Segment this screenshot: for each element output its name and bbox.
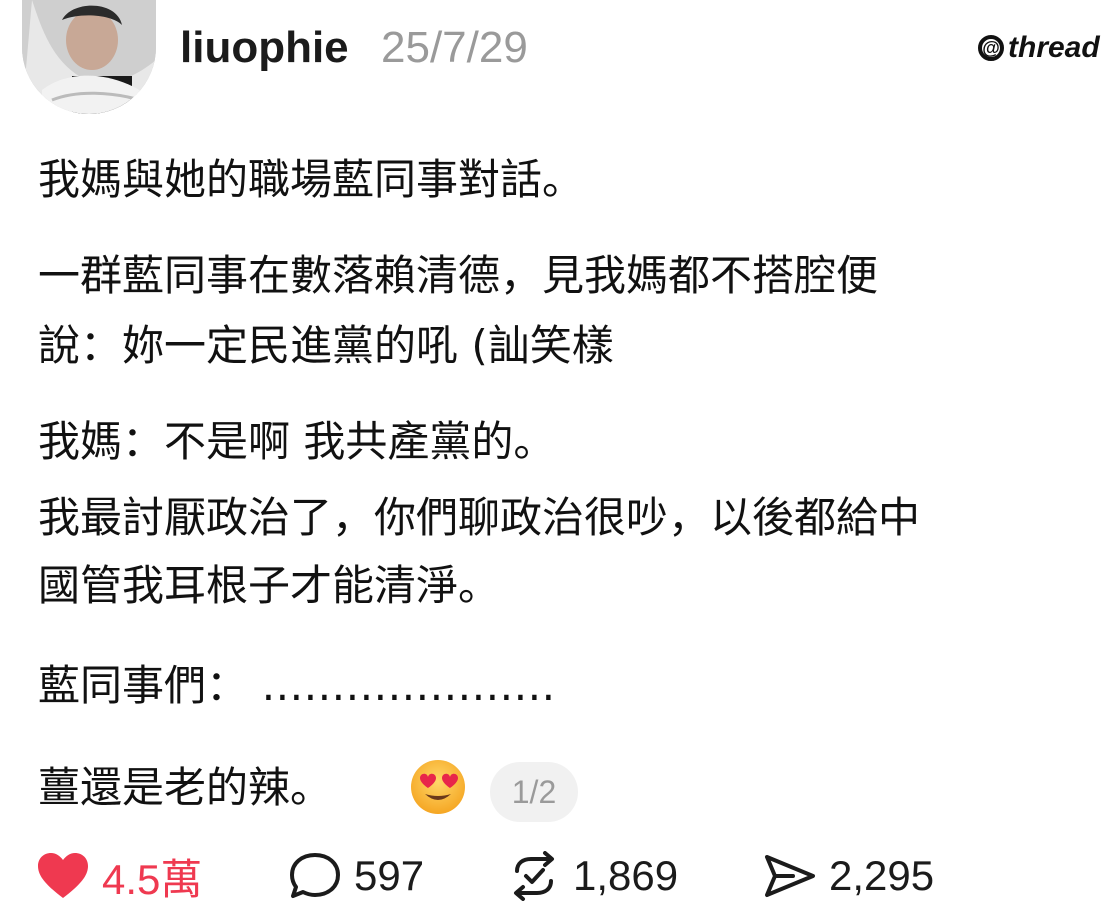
post-text-line: 我媽與她的職場藍同事對話。 [38, 155, 585, 204]
post-text-line: 藍同事們： ………………… [38, 661, 556, 710]
post-text-line: 一群藍同事在數落賴清德，見我媽都不搭腔便 [38, 251, 879, 300]
post-date: 25/7/29 [381, 23, 528, 72]
comment-count: 597 [354, 852, 425, 899]
post-text-line: 我最討厭政治了，你們聊政治很吵，以後都給中 [38, 493, 921, 542]
repost-icon [514, 851, 554, 901]
heart-icon [38, 853, 88, 898]
post-text-line: 薑還是老的辣。 [38, 763, 333, 812]
post-text-line: 國管我耳根子才能清淨。 [38, 561, 501, 610]
share-button[interactable]: 2,295 [763, 848, 934, 904]
repost-button[interactable]: 1,869 [507, 848, 678, 904]
brand-text: thread [1008, 31, 1100, 64]
username[interactable]: liuophie [180, 20, 349, 76]
threads-logo: @ thread [978, 30, 1100, 66]
comment-button[interactable]: 597 [288, 848, 424, 904]
avatar[interactable] [22, 0, 156, 114]
post-text-line: 我媽：不是啊 我共產黨的。 [38, 417, 556, 466]
send-icon [765, 855, 815, 897]
like-count: 4.5萬 [102, 855, 203, 903]
repost-count: 1,869 [573, 852, 679, 899]
threads-icon: @ [978, 35, 1004, 61]
page-indicator: 1/2 [490, 762, 578, 822]
share-count: 2,295 [829, 852, 935, 899]
comment-icon [290, 853, 340, 898]
avatar-photo [22, 0, 156, 114]
post-text-line: 說：妳一定民進黨的吼 (訕笑樣 [38, 321, 614, 370]
heart-eyes-emoji-icon [411, 760, 465, 814]
like-button[interactable]: 4.5萬 [36, 848, 202, 904]
